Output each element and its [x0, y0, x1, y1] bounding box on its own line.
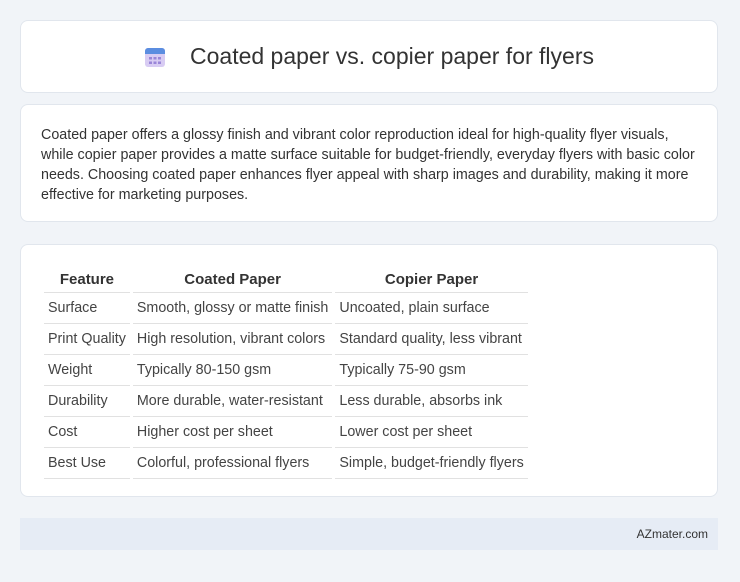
- table-cell: Uncoated, plain surface: [335, 293, 528, 324]
- title-card: Coated paper vs. copier paper for flyers: [20, 20, 718, 93]
- table-row: Durability More durable, water-resistant…: [44, 386, 528, 417]
- table-header-row: Feature Coated Paper Copier Paper: [44, 265, 528, 293]
- header-feature: Feature: [44, 265, 130, 293]
- footer: AZmater.com: [20, 518, 718, 550]
- calendar-icon: [145, 47, 165, 67]
- table-cell: Weight: [44, 355, 130, 386]
- table-cell: Higher cost per sheet: [132, 417, 333, 448]
- header-copier-paper: Copier Paper: [335, 265, 528, 293]
- description-text: Coated paper offers a glossy finish and …: [41, 127, 695, 203]
- page-title: Coated paper vs. copier paper for flyers: [190, 43, 594, 69]
- table-cell: Less durable, absorbs ink: [335, 386, 528, 417]
- table-cell: Typically 80-150 gsm: [132, 355, 333, 386]
- table-cell: Colorful, professional flyers: [132, 448, 333, 479]
- comparison-table: Feature Coated Paper Copier Paper Surfac…: [41, 265, 531, 479]
- table-cell: Simple, budget-friendly flyers: [335, 448, 528, 479]
- header-coated-paper: Coated Paper: [132, 265, 333, 293]
- table-cell: More durable, water-resistant: [132, 386, 333, 417]
- table-row: Best Use Colorful, professional flyers S…: [44, 448, 528, 479]
- comparison-card: Feature Coated Paper Copier Paper Surfac…: [20, 244, 718, 497]
- table-row: Cost Higher cost per sheet Lower cost pe…: [44, 417, 528, 448]
- table-cell: Best Use: [44, 448, 130, 479]
- table-cell: Typically 75-90 gsm: [335, 355, 528, 386]
- table-cell: Cost: [44, 417, 130, 448]
- footer-brand[interactable]: AZmater.com: [637, 527, 708, 541]
- table-cell: High resolution, vibrant colors: [132, 324, 333, 355]
- table-row: Print Quality High resolution, vibrant c…: [44, 324, 528, 355]
- table-row: Surface Smooth, glossy or matte finish U…: [44, 293, 528, 324]
- table-row: Weight Typically 80-150 gsm Typically 75…: [44, 355, 528, 386]
- table-cell: Lower cost per sheet: [335, 417, 528, 448]
- table-cell: Standard quality, less vibrant: [335, 324, 528, 355]
- table-cell: Surface: [44, 293, 130, 324]
- table-cell: Print Quality: [44, 324, 130, 355]
- table-cell: Smooth, glossy or matte finish: [132, 293, 333, 324]
- description-card: Coated paper offers a glossy finish and …: [20, 104, 718, 222]
- table-cell: Durability: [44, 386, 130, 417]
